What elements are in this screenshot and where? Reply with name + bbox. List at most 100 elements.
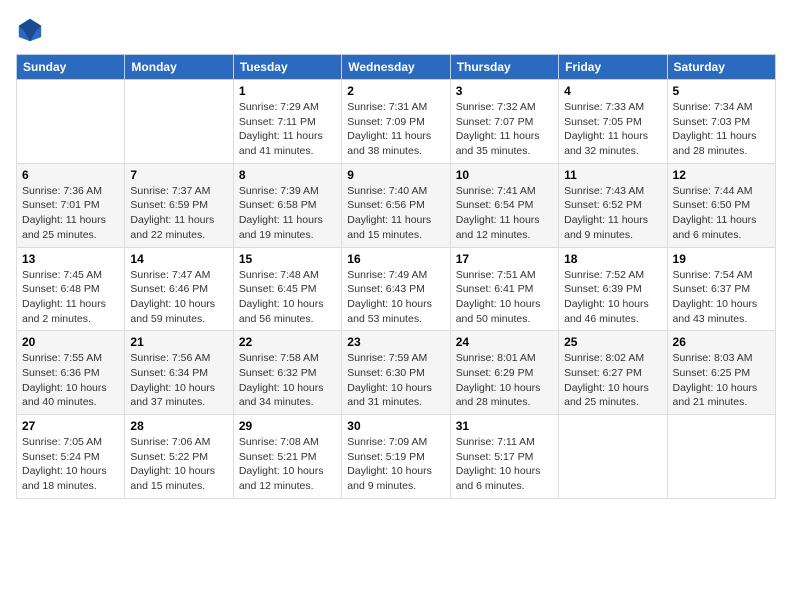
day-info: Sunrise: 7:06 AM Sunset: 5:22 PM Dayligh… — [130, 435, 227, 494]
calendar-week-row: 1 Sunrise: 7:29 AM Sunset: 7:11 PM Daylig… — [17, 80, 776, 164]
day-number: 12 — [673, 168, 770, 182]
day-info: Sunrise: 7:59 AM Sunset: 6:30 PM Dayligh… — [347, 351, 444, 410]
calendar-cell: 22 Sunrise: 7:58 AM Sunset: 6:32 PM Dayli… — [233, 331, 341, 415]
day-header-monday: Monday — [125, 55, 233, 80]
day-number: 9 — [347, 168, 444, 182]
day-number: 2 — [347, 84, 444, 98]
calendar-cell: 13Sunrise: 7:45 AM Sunset: 6:48 PM Dayli… — [17, 247, 125, 331]
calendar-cell — [125, 80, 233, 164]
day-number: 6 — [22, 168, 119, 182]
calendar-cell: 12 Sunrise: 7:44 AM Sunset: 6:50 PM Dayli… — [667, 163, 775, 247]
day-info: Sunrise: 7:11 AM Sunset: 5:17 PM Dayligh… — [456, 435, 553, 494]
day-info: Sunrise: 7:47 AM Sunset: 6:46 PM Dayligh… — [130, 268, 227, 327]
page-header — [16, 16, 776, 44]
day-info: Sunrise: 7:37 AM Sunset: 6:59 PM Dayligh… — [130, 184, 227, 243]
day-number: 11 — [564, 168, 661, 182]
day-number: 1 — [239, 84, 336, 98]
day-header-sunday: Sunday — [17, 55, 125, 80]
day-number: 25 — [564, 335, 661, 349]
day-info: Sunrise: 7:49 AM Sunset: 6:43 PM Dayligh… — [347, 268, 444, 327]
calendar-cell — [559, 415, 667, 499]
calendar-cell: 18 Sunrise: 7:52 AM Sunset: 6:39 PM Dayli… — [559, 247, 667, 331]
calendar-cell — [17, 80, 125, 164]
day-info: Sunrise: 7:40 AM Sunset: 6:56 PM Dayligh… — [347, 184, 444, 243]
day-number: 29 — [239, 419, 336, 433]
calendar-cell: 27Sunrise: 7:05 AM Sunset: 5:24 PM Dayli… — [17, 415, 125, 499]
calendar-cell: 7Sunrise: 7:37 AM Sunset: 6:59 PM Daylig… — [125, 163, 233, 247]
logo — [16, 16, 48, 44]
day-number: 8 — [239, 168, 336, 182]
day-info: Sunrise: 7:31 AM Sunset: 7:09 PM Dayligh… — [347, 100, 444, 159]
day-info: Sunrise: 7:09 AM Sunset: 5:19 PM Dayligh… — [347, 435, 444, 494]
day-info: Sunrise: 7:54 AM Sunset: 6:37 PM Dayligh… — [673, 268, 770, 327]
day-header-saturday: Saturday — [667, 55, 775, 80]
calendar-cell: 8 Sunrise: 7:39 AM Sunset: 6:58 PM Daylig… — [233, 163, 341, 247]
calendar-cell: 29 Sunrise: 7:08 AM Sunset: 5:21 PM Dayli… — [233, 415, 341, 499]
day-info: Sunrise: 7:41 AM Sunset: 6:54 PM Dayligh… — [456, 184, 553, 243]
calendar-cell: 2 Sunrise: 7:31 AM Sunset: 7:09 PM Daylig… — [342, 80, 450, 164]
day-info: Sunrise: 7:48 AM Sunset: 6:45 PM Dayligh… — [239, 268, 336, 327]
day-info: Sunrise: 7:58 AM Sunset: 6:32 PM Dayligh… — [239, 351, 336, 410]
calendar-cell: 30Sunrise: 7:09 AM Sunset: 5:19 PM Dayli… — [342, 415, 450, 499]
logo-icon — [16, 16, 44, 44]
day-number: 3 — [456, 84, 553, 98]
day-info: Sunrise: 7:56 AM Sunset: 6:34 PM Dayligh… — [130, 351, 227, 410]
day-info: Sunrise: 8:01 AM Sunset: 6:29 PM Dayligh… — [456, 351, 553, 410]
day-info: Sunrise: 7:43 AM Sunset: 6:52 PM Dayligh… — [564, 184, 661, 243]
day-info: Sunrise: 7:45 AM Sunset: 6:48 PM Dayligh… — [22, 268, 119, 327]
day-number: 31 — [456, 419, 553, 433]
calendar-cell: 25 Sunrise: 8:02 AM Sunset: 6:27 PM Dayli… — [559, 331, 667, 415]
calendar-week-row: 13Sunrise: 7:45 AM Sunset: 6:48 PM Dayli… — [17, 247, 776, 331]
calendar-cell — [667, 415, 775, 499]
day-number: 21 — [130, 335, 227, 349]
day-header-thursday: Thursday — [450, 55, 558, 80]
calendar-cell: 10 Sunrise: 7:41 AM Sunset: 6:54 PM Dayli… — [450, 163, 558, 247]
day-number: 22 — [239, 335, 336, 349]
calendar-cell: 5 Sunrise: 7:34 AM Sunset: 7:03 PM Daylig… — [667, 80, 775, 164]
day-info: Sunrise: 8:03 AM Sunset: 6:25 PM Dayligh… — [673, 351, 770, 410]
day-info: Sunrise: 7:44 AM Sunset: 6:50 PM Dayligh… — [673, 184, 770, 243]
day-number: 23 — [347, 335, 444, 349]
calendar-cell: 14 Sunrise: 7:47 AM Sunset: 6:46 PM Dayli… — [125, 247, 233, 331]
day-number: 27 — [22, 419, 119, 433]
day-number: 26 — [673, 335, 770, 349]
day-number: 10 — [456, 168, 553, 182]
day-info: Sunrise: 7:39 AM Sunset: 6:58 PM Dayligh… — [239, 184, 336, 243]
calendar-header-row: SundayMondayTuesdayWednesdayThursdayFrid… — [17, 55, 776, 80]
day-number: 15 — [239, 252, 336, 266]
day-number: 28 — [130, 419, 227, 433]
calendar-table: SundayMondayTuesdayWednesdayThursdayFrid… — [16, 54, 776, 499]
calendar-cell: 24Sunrise: 8:01 AM Sunset: 6:29 PM Dayli… — [450, 331, 558, 415]
calendar-cell: 15 Sunrise: 7:48 AM Sunset: 6:45 PM Dayli… — [233, 247, 341, 331]
calendar-cell: 17 Sunrise: 7:51 AM Sunset: 6:41 PM Dayli… — [450, 247, 558, 331]
day-info: Sunrise: 7:33 AM Sunset: 7:05 PM Dayligh… — [564, 100, 661, 159]
calendar-cell: 20 Sunrise: 7:55 AM Sunset: 6:36 PM Dayli… — [17, 331, 125, 415]
day-header-wednesday: Wednesday — [342, 55, 450, 80]
calendar-cell: 31 Sunrise: 7:11 AM Sunset: 5:17 PM Dayli… — [450, 415, 558, 499]
day-info: Sunrise: 7:51 AM Sunset: 6:41 PM Dayligh… — [456, 268, 553, 327]
day-info: Sunrise: 7:52 AM Sunset: 6:39 PM Dayligh… — [564, 268, 661, 327]
day-number: 18 — [564, 252, 661, 266]
day-header-friday: Friday — [559, 55, 667, 80]
calendar-cell: 19 Sunrise: 7:54 AM Sunset: 6:37 PM Dayli… — [667, 247, 775, 331]
day-number: 4 — [564, 84, 661, 98]
day-number: 19 — [673, 252, 770, 266]
calendar-week-row: 20 Sunrise: 7:55 AM Sunset: 6:36 PM Dayli… — [17, 331, 776, 415]
calendar-cell: 3 Sunrise: 7:32 AM Sunset: 7:07 PM Daylig… — [450, 80, 558, 164]
calendar-cell: 4 Sunrise: 7:33 AM Sunset: 7:05 PM Daylig… — [559, 80, 667, 164]
day-info: Sunrise: 7:29 AM Sunset: 7:11 PM Dayligh… — [239, 100, 336, 159]
day-number: 17 — [456, 252, 553, 266]
calendar-cell: 16Sunrise: 7:49 AM Sunset: 6:43 PM Dayli… — [342, 247, 450, 331]
day-info: Sunrise: 7:32 AM Sunset: 7:07 PM Dayligh… — [456, 100, 553, 159]
calendar-cell: 26 Sunrise: 8:03 AM Sunset: 6:25 PM Dayli… — [667, 331, 775, 415]
calendar-cell: 21 Sunrise: 7:56 AM Sunset: 6:34 PM Dayli… — [125, 331, 233, 415]
day-number: 5 — [673, 84, 770, 98]
calendar-cell: 9 Sunrise: 7:40 AM Sunset: 6:56 PM Daylig… — [342, 163, 450, 247]
day-number: 14 — [130, 252, 227, 266]
day-number: 20 — [22, 335, 119, 349]
calendar-cell: 11 Sunrise: 7:43 AM Sunset: 6:52 PM Dayli… — [559, 163, 667, 247]
day-info: Sunrise: 7:34 AM Sunset: 7:03 PM Dayligh… — [673, 100, 770, 159]
day-info: Sunrise: 8:02 AM Sunset: 6:27 PM Dayligh… — [564, 351, 661, 410]
day-info: Sunrise: 7:55 AM Sunset: 6:36 PM Dayligh… — [22, 351, 119, 410]
day-info: Sunrise: 7:08 AM Sunset: 5:21 PM Dayligh… — [239, 435, 336, 494]
